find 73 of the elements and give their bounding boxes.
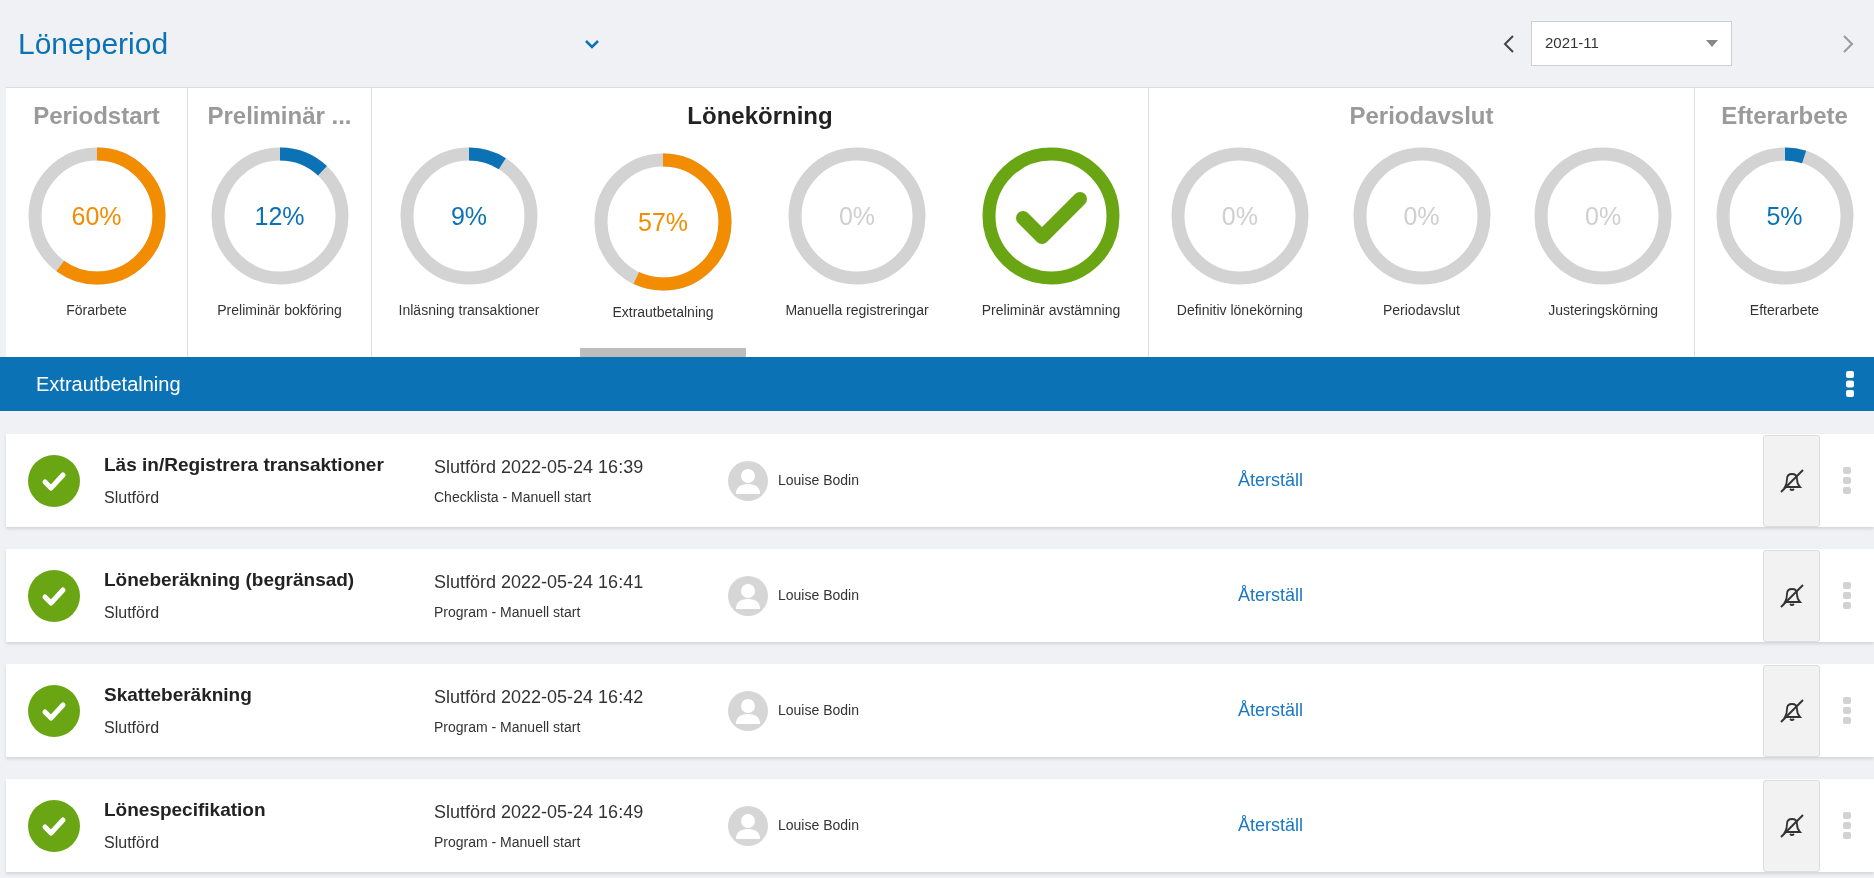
- step-label: Efterarbete: [1749, 301, 1820, 320]
- check-circle-icon: [28, 799, 80, 852]
- check-circle-icon: [28, 569, 80, 622]
- task-source: Checklista - Manuell start: [434, 487, 593, 507]
- reset-link[interactable]: Återställ: [1238, 582, 1304, 609]
- task-status: Slutförd: [104, 602, 161, 623]
- avatar-icon: [728, 805, 768, 846]
- step-label: Periodavslut: [1382, 301, 1460, 320]
- task-title: Skatteberäkning: [104, 683, 253, 708]
- page-title: Löneperiod: [18, 26, 169, 62]
- step-label: Extrautbetalning: [612, 303, 714, 322]
- step-label: Förarbete: [66, 301, 127, 320]
- group-title: Efterarbete: [1721, 101, 1848, 131]
- task-source: Program - Manuell start: [434, 717, 582, 737]
- bell-off-icon: [1778, 698, 1805, 723]
- step-label: Definitiv lönekörning: [1176, 301, 1303, 320]
- group-title: Lönekörning: [687, 101, 833, 131]
- percent-text: 12%: [254, 203, 305, 229]
- completed-time: Slutförd 2022-05-24 16:49: [434, 800, 645, 824]
- period-select[interactable]: 2021-11: [1531, 21, 1732, 66]
- group-title: Periodstart: [33, 101, 160, 131]
- reset-link[interactable]: Återställ: [1238, 467, 1304, 494]
- percent-text: 57%: [638, 209, 688, 235]
- reset-link[interactable]: Återställ: [1238, 697, 1304, 724]
- completed-time: Slutförd 2022-05-24 16:42: [434, 685, 645, 709]
- step-label: Justeringskörning: [1548, 301, 1659, 320]
- group-title: Preliminär ...: [207, 101, 352, 131]
- user-name: Louise Bodin: [778, 701, 860, 720]
- task-source: Program - Manuell start: [434, 832, 582, 852]
- percent-text: 60%: [71, 203, 122, 229]
- completed-time: Slutförd 2022-05-24 16:39: [434, 455, 645, 479]
- step-label: Preliminär avstämning: [981, 301, 1121, 320]
- completed-time: Slutförd 2022-05-24 16:41: [434, 570, 645, 594]
- bell-off-icon: [1778, 813, 1805, 838]
- task-status: Slutförd: [104, 487, 161, 508]
- mute-notifications-button[interactable]: [1763, 549, 1820, 642]
- group-title: Periodavslut: [1349, 101, 1494, 131]
- chevron-left-icon[interactable]: [1503, 33, 1515, 54]
- user-name: Louise Bodin: [778, 586, 860, 605]
- task-title: Läs in/Registrera transaktioner: [104, 453, 385, 478]
- dropdown-arrow-icon: [1706, 40, 1718, 47]
- chevron-down-icon[interactable]: [584, 37, 601, 50]
- avatar-icon: [728, 690, 768, 731]
- percent-text: 5%: [1766, 203, 1803, 229]
- task-title: Löneberäkning (begränsad): [104, 568, 356, 593]
- step-label: Inläsning transaktioner: [398, 301, 540, 320]
- mute-notifications-button[interactable]: [1763, 434, 1820, 527]
- mute-notifications-button[interactable]: [1763, 779, 1820, 872]
- reset-link[interactable]: Återställ: [1238, 812, 1304, 839]
- user-name: Louise Bodin: [778, 471, 860, 490]
- task-source: Program - Manuell start: [434, 602, 582, 622]
- step-label: Manuella registreringar: [785, 301, 929, 320]
- avatar-icon: [728, 575, 768, 616]
- task-status: Slutförd: [104, 717, 161, 738]
- check-circle-icon: [981, 146, 1121, 286]
- check-circle-icon: [28, 684, 80, 737]
- user-name: Louise Bodin: [778, 816, 860, 835]
- step-tab[interactable]: 12% Preliminär bokföring: [196, 134, 363, 357]
- step-tab[interactable]: Preliminär avstämning: [968, 134, 1134, 357]
- kebab-menu-icon[interactable]: [1846, 371, 1854, 397]
- section-title: Extrautbetalning: [36, 372, 181, 397]
- bell-off-icon: [1778, 468, 1805, 493]
- task-status: Slutförd: [104, 832, 161, 853]
- percent-text: 9%: [450, 203, 488, 229]
- mute-notifications-button[interactable]: [1763, 664, 1820, 757]
- step-tab[interactable]: 60% Förarbete: [13, 134, 180, 357]
- bell-off-icon: [1778, 583, 1805, 608]
- step-tab[interactable]: 5% Efterarbete: [1701, 134, 1868, 357]
- task-title: Lönespecifikation: [104, 798, 267, 823]
- check-circle-icon: [28, 454, 80, 507]
- step-label: Preliminär bokföring: [217, 301, 342, 320]
- avatar-icon: [728, 460, 768, 501]
- step-tab[interactable]: 9% Inläsning transaktioner: [386, 134, 552, 357]
